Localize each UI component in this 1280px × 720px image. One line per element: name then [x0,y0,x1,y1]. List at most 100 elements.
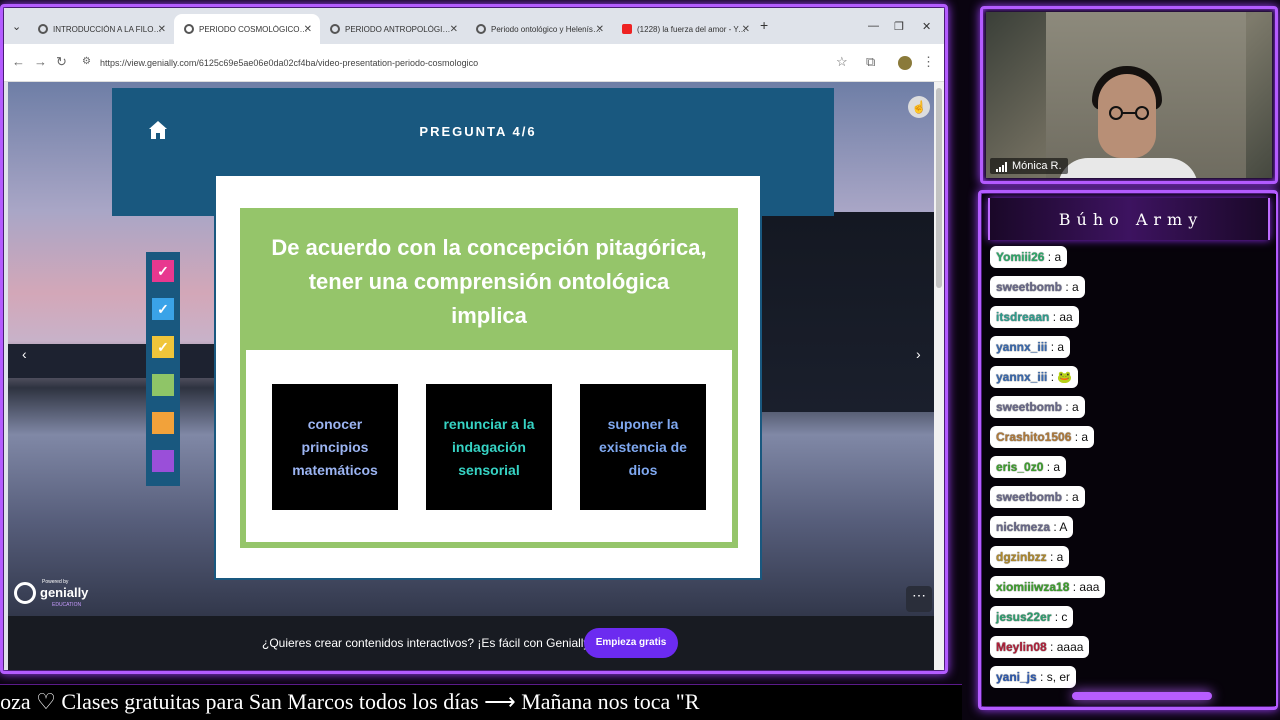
home-icon[interactable] [148,120,168,140]
chat-username[interactable]: yannx_iii [996,370,1047,384]
tab-close-icon[interactable]: ✕ [742,24,750,35]
chat-message: sweetbomb : a [990,486,1085,508]
tab-search-icon[interactable]: ⌄ [12,20,21,33]
chat-username[interactable]: Yomiii26 [996,250,1044,264]
progress-check-3: ✓ [152,336,174,358]
signal-bars-icon [996,162,1007,172]
chat-glow-bar [1072,692,1212,700]
chat-username[interactable]: yani_js [996,670,1037,684]
extensions-icon[interactable]: ⧉ [866,54,875,70]
chat-message-text: aaa [1079,580,1100,594]
webcam-feed: Mónica R. [986,12,1272,178]
chat-username[interactable]: Meylin08 [996,640,1047,654]
chat-username[interactable]: yannx_iii [996,340,1047,354]
tab-close-icon[interactable]: ✕ [596,24,604,35]
chat-message-text: aaaa [1056,640,1084,654]
chat-username[interactable]: sweetbomb [996,400,1062,414]
answer-option-2[interactable]: renunciar a la indagación sensorial [426,384,552,510]
chat-username[interactable]: eris_0z0 [996,460,1043,474]
chat-message-text: 🐸 [1057,370,1073,384]
profile-avatar-icon[interactable] [898,56,912,70]
chat-message-text: a [1081,430,1089,444]
progress-box-4 [152,374,174,396]
chat-username[interactable]: nickmeza [996,520,1050,534]
close-window-button[interactable]: ✕ [922,20,931,33]
participant-name-tag: Mónica R. [990,158,1068,174]
hand-pointer-icon[interactable]: ☝ [908,96,930,118]
chat-message: sweetbomb : a [990,396,1085,418]
genially-logo-icon [14,582,36,604]
chat-message-text: a [1054,250,1062,264]
browser-window: ⌄ INTRODUCCIÓN A LA FILOSOFÍ... ✕ PERIOD… [4,8,944,670]
tab-periodo-ontologico[interactable]: Periodo ontológico y Helenísti... ✕ [466,14,612,44]
question-counter: PREGUNTA 4/6 [419,124,537,139]
chat-message-text: A [1059,520,1068,534]
participant-name: Mónica R. [1012,160,1062,172]
chat-message-text: c [1061,610,1068,624]
new-tab-button[interactable]: + [760,17,768,33]
bookmark-star-icon[interactable]: ☆ [836,54,848,70]
prev-slide-arrow-icon[interactable]: ‹ [22,346,27,362]
question-card: De acuerdo con la concepción pitagórica,… [214,174,762,580]
tab-close-icon[interactable]: ✕ [304,24,312,35]
tab-youtube[interactable]: (1228) la fuerza del amor - You... ✕ [612,14,758,44]
chat-message-text: s, er [1046,670,1071,684]
reload-icon[interactable]: ↻ [56,54,67,70]
chat-message-text: a [1072,280,1079,294]
navigation-bar: ← → ↻ https://view.genially.com/6125c69e… [4,44,944,82]
menu-kebab-icon[interactable]: ⋮ [922,54,935,70]
maximize-button[interactable]: ❐ [894,20,904,33]
chat-message: sweetbomb : a [990,276,1085,298]
next-slide-arrow-icon[interactable]: › [916,346,921,362]
tab-periodo-cosmologico[interactable]: PERIODO COSMOLÓGICO | Gen... ✕ [174,14,320,44]
site-info-icon[interactable]: ⚙ [82,56,91,67]
genially-favicon-icon [330,24,340,34]
tab-periodo-antropologico[interactable]: PERIODO ANTROPOLÓGICO | G... ✕ [320,14,466,44]
start-free-button[interactable]: Empieza gratis [584,628,678,658]
genially-brand-name: genially [40,585,89,600]
page-viewport: PREGUNTA 4/6 ☝ ✓ ✓ ✓ ‹ › De acuerdo con … [8,82,934,670]
chat-username[interactable]: dgzinbzz [996,550,1047,564]
minimize-button[interactable]: — [868,20,879,32]
chat-username[interactable]: Crashito1506 [996,430,1071,444]
genially-favicon-icon [476,24,486,34]
background-forest [748,212,934,412]
back-arrow-icon[interactable]: ← [12,54,25,69]
chat-message-text: a [1053,460,1061,474]
chat-username[interactable]: jesus22er [996,610,1051,624]
answer-option-1[interactable]: conocer principios matemáticos [272,384,398,510]
genially-favicon-icon [38,24,48,34]
chat-message: eris_0z0 : a [990,456,1067,478]
question-box: De acuerdo con la concepción pitagórica,… [240,208,738,548]
chat-username[interactable]: itsdreaan [996,310,1049,324]
bottom-ticker: pinoza ♡ Clases gratuitas para San Marco… [0,684,962,720]
chat-username[interactable]: sweetbomb [996,280,1062,294]
chat-message: yannx_iii : a [990,336,1071,358]
chat-title-bar: Búho Army [988,198,1270,240]
progress-box-5 [152,412,174,434]
scrollbar-thumb[interactable] [936,88,942,288]
chat-message: jesus22er : c [990,606,1074,628]
chat-message: dgzinbzz : a [990,546,1070,568]
question-text: De acuerdo con la concepción pitagórica,… [271,235,707,328]
genially-logo[interactable]: Powered by genially EDUCATION [12,578,88,612]
chat-message: yannx_iii : 🐸 [990,366,1079,388]
page-scrollbar[interactable] [934,82,944,670]
answer-option-1-label: conocer principios matemáticos [292,415,378,478]
tab-close-icon[interactable]: ✕ [158,24,166,35]
ticker-text: pinoza ♡ Clases gratuitas para San Marco… [0,689,700,714]
chat-username[interactable]: xiomiiiwza18 [996,580,1069,594]
chat-message: xiomiiiwza18 : aaa [990,576,1106,598]
progress-box-6 [152,450,174,472]
answer-option-3[interactable]: suponer la existencia de dios [580,384,706,510]
url-text: https://view.genially.com/6125c69e5ae06e… [100,58,479,68]
chat-message: Meylin08 : aaaa [990,636,1090,658]
tab-introduccion[interactable]: INTRODUCCIÓN A LA FILOSOFÍ... ✕ [28,14,174,44]
forward-arrow-icon[interactable]: → [34,54,47,69]
address-bar[interactable]: https://view.genially.com/6125c69e5ae06e… [84,50,864,76]
tab-close-icon[interactable]: ✕ [450,24,458,35]
chat-message-text: a [1056,550,1064,564]
more-options-button[interactable]: ⋯ [906,586,932,612]
chat-username[interactable]: sweetbomb [996,490,1062,504]
genially-favicon-icon [184,24,194,34]
